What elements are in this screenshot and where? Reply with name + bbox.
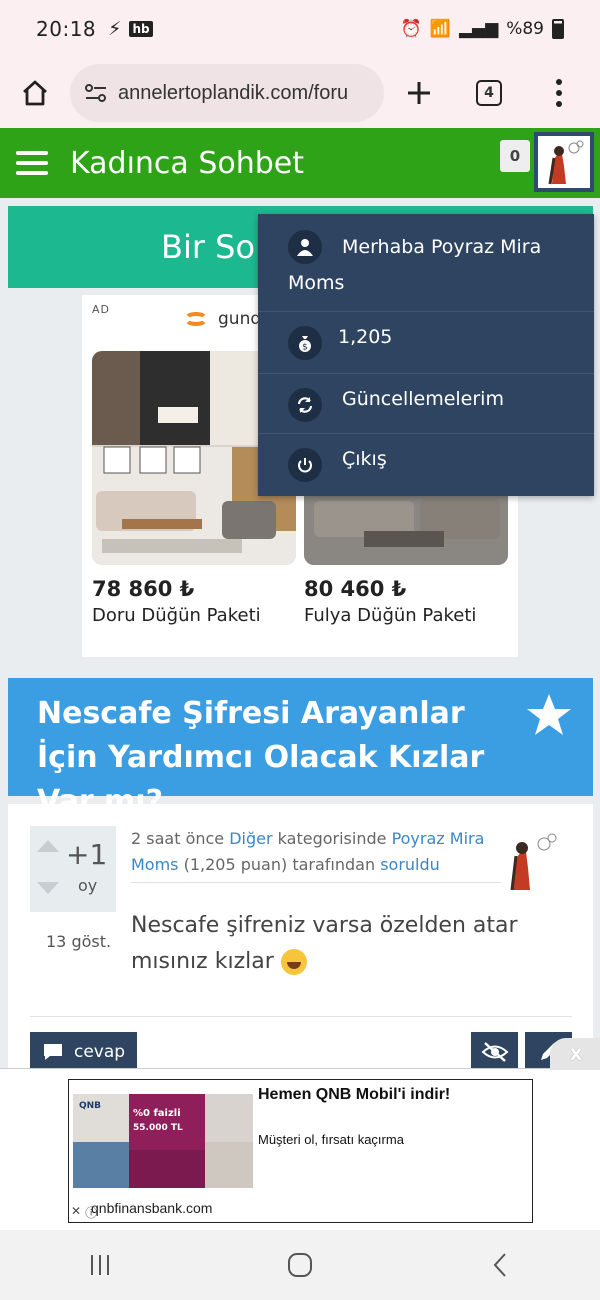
question-body-text: Nescafe şifreniz varsa özelden atar mısı… <box>131 913 518 974</box>
asked-link[interactable]: soruldu <box>380 855 440 874</box>
menu-item-updates[interactable]: Güncellemelerim <box>258 374 594 434</box>
meta-points: (1,205 puan) <box>183 855 288 874</box>
money-bag-icon: $ <box>288 326 322 360</box>
carrier-badge: hb <box>129 21 153 37</box>
divider <box>30 1016 572 1017</box>
recent-apps-button[interactable] <box>40 1230 160 1300</box>
question-text: Nescafe şifreniz varsa özelden atar mısı… <box>131 908 551 980</box>
updates-label: Güncellemelerim <box>342 388 504 410</box>
url-text: annelertoplandik.com/foru <box>118 81 349 104</box>
user-dropdown-menu: Merhaba Poyraz Mira Moms $ 1,205 Güncell… <box>258 214 594 496</box>
status-bar: 20:18 ⚡ hb ⏰ 📶 ▂▄▆ %89 <box>0 0 600 58</box>
qnb-image-rate: %0 faizli <box>133 1108 181 1119</box>
home-nav-button[interactable] <box>240 1230 360 1300</box>
meta-time: 2 saat önce <box>131 829 225 848</box>
alarm-icon: ⏰ <box>400 19 422 39</box>
ad-brand[interactable]: gund <box>184 309 261 329</box>
battery-percent: %89 <box>506 19 544 39</box>
menu-item-logout[interactable]: Çıkış <box>258 434 594 495</box>
meta-category-suffix: kategorisinde <box>277 829 387 848</box>
greeting-text-line2: Moms <box>288 272 345 294</box>
site-header: Kadınca Sohbet 0 <box>0 128 600 198</box>
product-name[interactable]: Doru Düğün Paketi <box>92 605 261 626</box>
menu-item-profile[interactable]: Merhaba Poyraz Mira Moms <box>258 214 594 312</box>
sweat-smile-emoji-icon <box>280 949 307 975</box>
question-title: Nescafe Şifresi Arayanlar İçin Yardımcı … <box>37 696 485 819</box>
recent-apps-icon <box>91 1255 109 1275</box>
vote-unit: oy <box>78 876 98 895</box>
plus-icon <box>408 82 430 104</box>
svg-text:$: $ <box>302 343 308 353</box>
qnb-ad-image[interactable]: QNB %0 faizli 55.000 TL <box>73 1094 253 1188</box>
browser-menu-button[interactable] <box>524 58 594 128</box>
data-saver-icon: ⚡ <box>108 18 122 40</box>
qnb-image-amount: 55.000 TL <box>133 1123 183 1133</box>
vote-up-icon[interactable] <box>37 840 59 852</box>
ad-label: AD <box>92 303 110 316</box>
home-circle-icon <box>288 1253 312 1277</box>
hamburger-menu-icon[interactable] <box>16 151 48 175</box>
site-settings-icon[interactable] <box>84 82 108 104</box>
greeting-text: Merhaba Poyraz Mira <box>342 236 542 258</box>
question-title-bar: Nescafe Şifresi Arayanlar İçin Yardımcı … <box>8 678 593 819</box>
status-time: 20:18 <box>36 17 97 41</box>
battery-icon <box>552 19 564 39</box>
wifi-icon: 📶 <box>429 19 451 39</box>
menu-item-points[interactable]: $ 1,205 <box>258 312 594 374</box>
site-title[interactable]: Kadınca Sohbet <box>70 146 304 181</box>
logout-label: Çıkış <box>342 448 387 470</box>
back-button[interactable] <box>440 1230 560 1300</box>
qnb-headline[interactable]: Hemen QNB Mobil'i indir! <box>258 1086 450 1104</box>
vote-down-icon[interactable] <box>37 882 59 894</box>
hide-button[interactable] <box>471 1032 518 1072</box>
brand-logo-icon <box>184 312 208 326</box>
back-chevron-icon <box>493 1253 506 1277</box>
product-price: 80 460 ₺ <box>304 577 407 601</box>
user-icon <box>288 230 322 264</box>
home-icon <box>23 80 47 106</box>
points-value: 1,205 <box>338 326 393 348</box>
eye-slash-icon <box>481 1042 508 1062</box>
qnb-subtext: Müşteri ol, fırsatı kaçırma <box>258 1132 404 1147</box>
system-nav-bar <box>0 1230 600 1300</box>
signal-icon: ▂▄▆ <box>458 19 499 39</box>
author-avatar[interactable] <box>504 830 564 894</box>
answer-button[interactable]: cevap <box>30 1032 137 1072</box>
question-meta: 2 saat önce Diğer kategorisinde Poyraz M… <box>131 826 501 883</box>
vote-box: +1 oy <box>30 826 116 912</box>
qnb-ad-frame[interactable]: QNB %0 faizli 55.000 TL Hemen QNB Mobil'… <box>68 1079 533 1223</box>
browser-toolbar: annelertoplandik.com/foru 4 <box>0 58 600 128</box>
vote-count: +1 <box>66 838 108 871</box>
product-price: 78 860 ₺ <box>92 577 195 601</box>
address-bar[interactable]: annelertoplandik.com/foru <box>70 64 384 122</box>
tab-switcher-button[interactable]: 4 <box>454 58 524 128</box>
product-name[interactable]: Fulya Düğün Paketi <box>304 605 476 626</box>
ad-brand-name: gund <box>218 309 262 329</box>
qnb-domain[interactable]: qnbfinansbank.com <box>91 1200 212 1216</box>
power-icon <box>288 448 322 482</box>
category-link[interactable]: Diğer <box>229 829 272 848</box>
answer-label: cevap <box>74 1042 126 1062</box>
favorite-star-icon[interactable] <box>525 692 573 751</box>
qnb-image-brand: QNB <box>79 1101 101 1111</box>
new-tab-button[interactable] <box>384 58 454 128</box>
question-body: +1 oy 13 göst. 2 saat önce Diğer kategor… <box>8 804 593 1072</box>
comment-icon <box>44 1044 62 1060</box>
notification-count[interactable]: 0 <box>500 140 530 172</box>
tab-count: 4 <box>476 80 502 106</box>
user-avatar[interactable] <box>534 132 594 192</box>
view-count: 13 göst. <box>46 932 112 951</box>
bottom-banner-ad[interactable]: QNB %0 faizli 55.000 TL Hemen QNB Mobil'… <box>0 1068 600 1230</box>
home-button[interactable] <box>0 58 70 128</box>
meta-by: tarafından <box>292 855 376 874</box>
ad-close-button[interactable]: X <box>550 1038 600 1070</box>
refresh-icon <box>288 388 322 422</box>
